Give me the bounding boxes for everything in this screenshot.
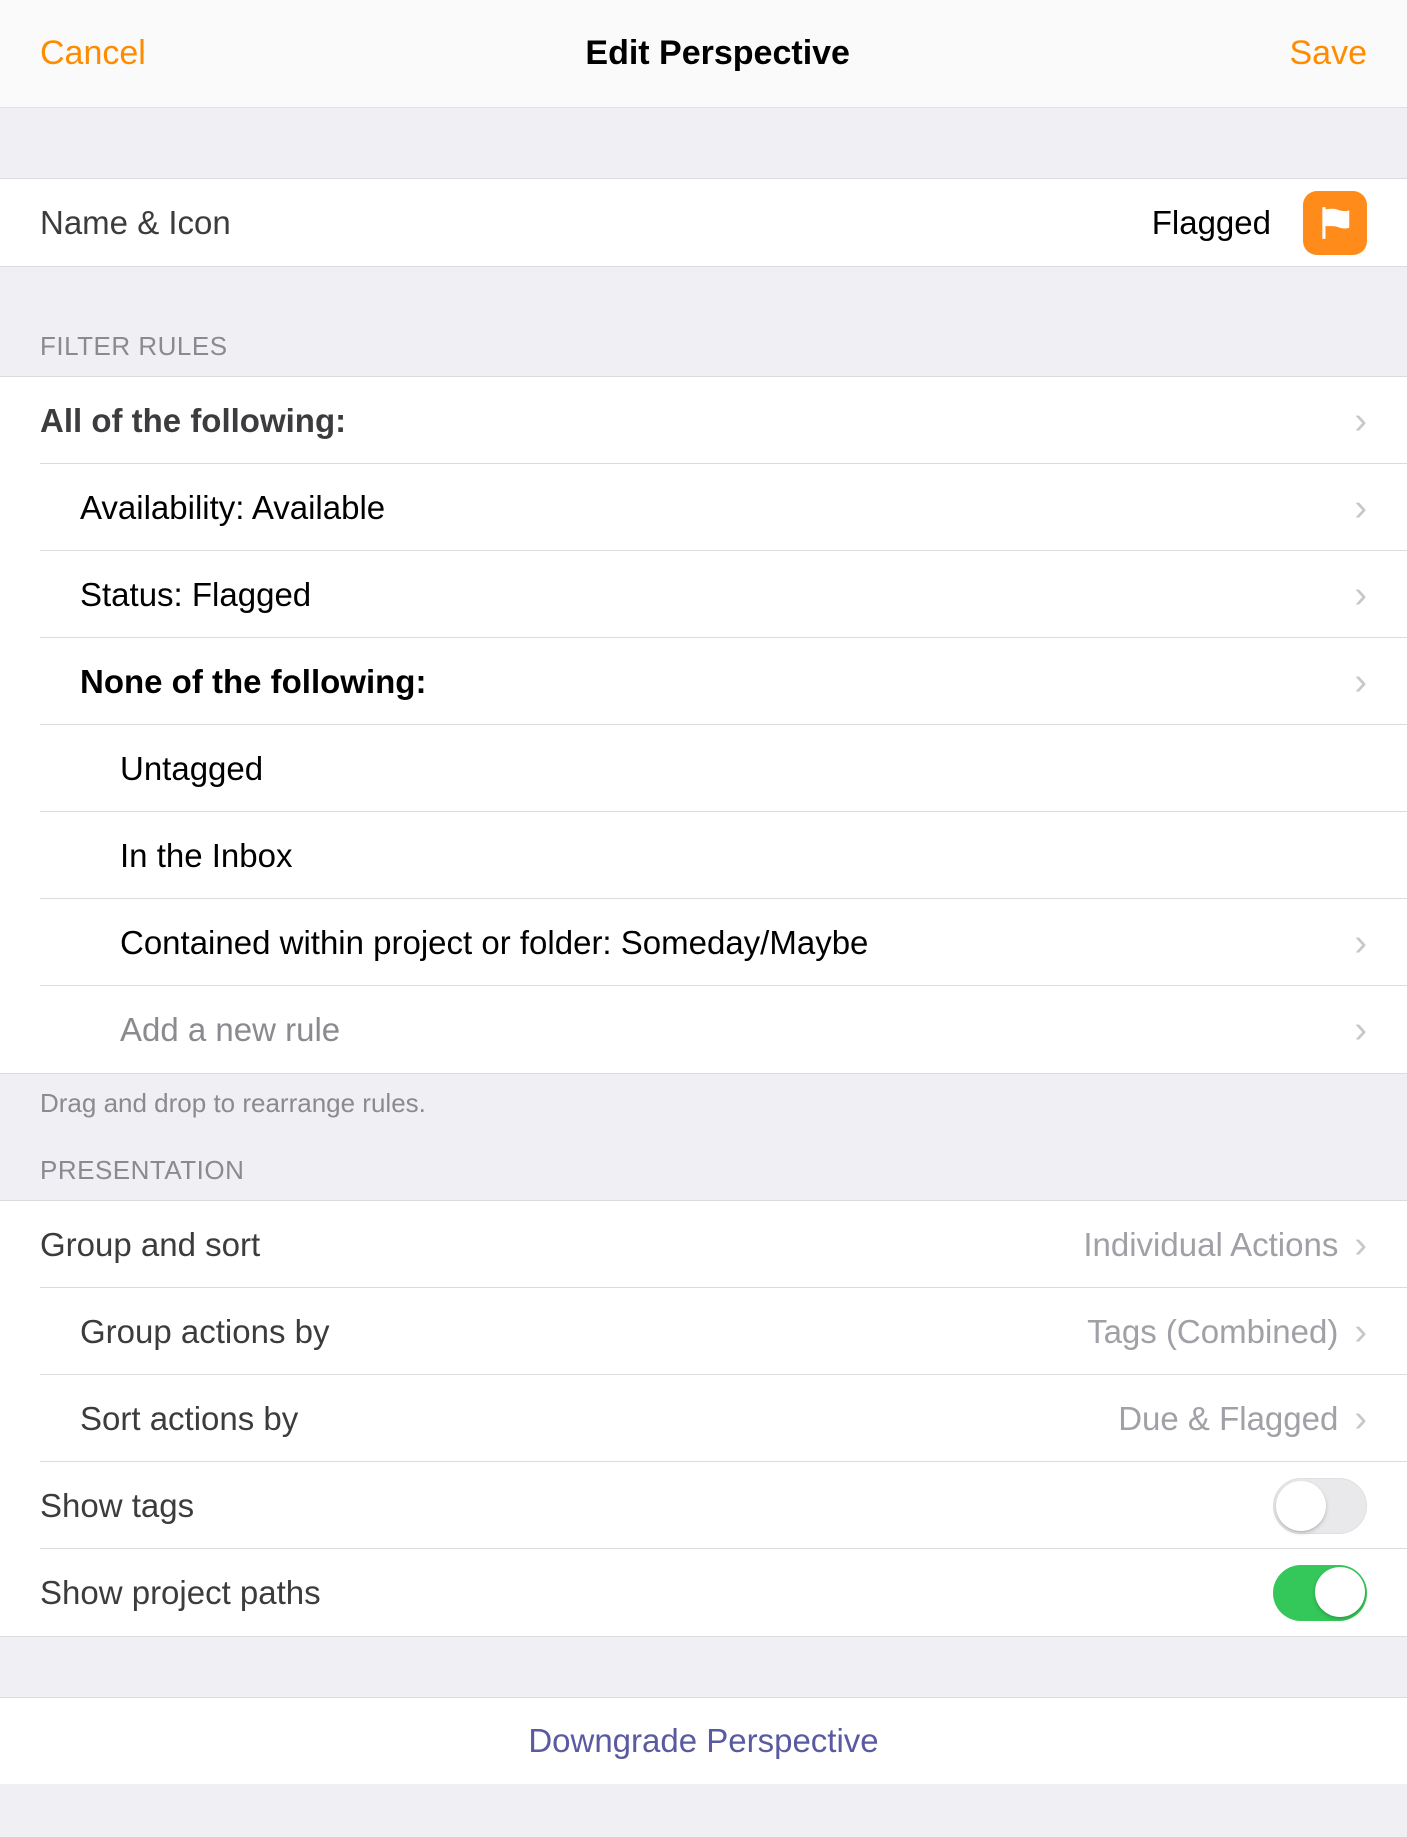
rule-contained[interactable]: Contained within project or folder: Some… [0, 899, 1407, 986]
show-project-paths-toggle[interactable] [1273, 1565, 1367, 1621]
row-value: Due & Flagged [1118, 1400, 1338, 1438]
cancel-button[interactable]: Cancel [40, 34, 146, 73]
flag-icon [1303, 191, 1367, 255]
downgrade-button[interactable]: Downgrade Perspective [0, 1697, 1407, 1784]
row-label: Group and sort [40, 1226, 1083, 1264]
rule-label: Add a new rule [40, 1011, 1354, 1049]
rule-untagged[interactable]: Untagged [0, 725, 1407, 812]
row-value: Individual Actions [1083, 1226, 1338, 1264]
rule-label: In the Inbox [40, 837, 1367, 875]
row-label: Show project paths [40, 1574, 1273, 1612]
rule-add-new[interactable]: Add a new rule › [0, 986, 1407, 1073]
save-button[interactable]: Save [1290, 34, 1368, 73]
name-icon-group: Name & Icon Flagged [0, 178, 1407, 267]
chevron-right-icon: › [1354, 1226, 1367, 1264]
rule-availability[interactable]: Availability: Available › [0, 464, 1407, 551]
show-project-paths-row: Show project paths [0, 1549, 1407, 1636]
rule-in-inbox[interactable]: In the Inbox [0, 812, 1407, 899]
chevron-right-icon: › [1354, 663, 1367, 701]
filter-rules-footer: Drag and drop to rearrange rules. [0, 1074, 1407, 1119]
chevron-right-icon: › [1354, 402, 1367, 440]
chevron-right-icon: › [1354, 1400, 1367, 1438]
chevron-right-icon: › [1354, 489, 1367, 527]
group-and-sort-row[interactable]: Group and sort Individual Actions › [0, 1201, 1407, 1288]
name-icon-label: Name & Icon [40, 204, 1152, 242]
rule-label: Contained within project or folder: Some… [40, 924, 1354, 962]
show-tags-row: Show tags [0, 1462, 1407, 1549]
rule-label: Status: Flagged [40, 576, 1354, 614]
group-actions-by-row[interactable]: Group actions by Tags (Combined) › [0, 1288, 1407, 1375]
chevron-right-icon: › [1354, 1011, 1367, 1049]
page-title: Edit Perspective [585, 34, 850, 73]
name-icon-value: Flagged [1152, 204, 1271, 242]
row-value: Tags (Combined) [1087, 1313, 1338, 1351]
rule-label: None of the following: [40, 663, 1354, 701]
show-tags-toggle[interactable] [1273, 1478, 1367, 1534]
rule-none-of[interactable]: None of the following: › [0, 638, 1407, 725]
rule-all-of[interactable]: All of the following: › [0, 377, 1407, 464]
row-label: Show tags [40, 1487, 1273, 1525]
chevron-right-icon: › [1354, 576, 1367, 614]
row-label: Sort actions by [40, 1400, 1118, 1438]
sort-actions-by-row[interactable]: Sort actions by Due & Flagged › [0, 1375, 1407, 1462]
presentation-header: Presentation [0, 1119, 1407, 1200]
filter-rules-header: Filter Rules [0, 267, 1407, 376]
rule-label: Untagged [40, 750, 1367, 788]
chevron-right-icon: › [1354, 924, 1367, 962]
presentation-group: Group and sort Individual Actions › Grou… [0, 1200, 1407, 1637]
rule-label: All of the following: [40, 402, 1354, 440]
name-icon-row[interactable]: Name & Icon Flagged [0, 179, 1407, 266]
downgrade-label: Downgrade Perspective [528, 1722, 878, 1760]
rule-status[interactable]: Status: Flagged › [0, 551, 1407, 638]
row-label: Group actions by [40, 1313, 1087, 1351]
rule-label: Availability: Available [40, 489, 1354, 527]
filter-rules-group: All of the following: › Availability: Av… [0, 376, 1407, 1074]
chevron-right-icon: › [1354, 1313, 1367, 1351]
nav-header: Cancel Edit Perspective Save [0, 0, 1407, 108]
